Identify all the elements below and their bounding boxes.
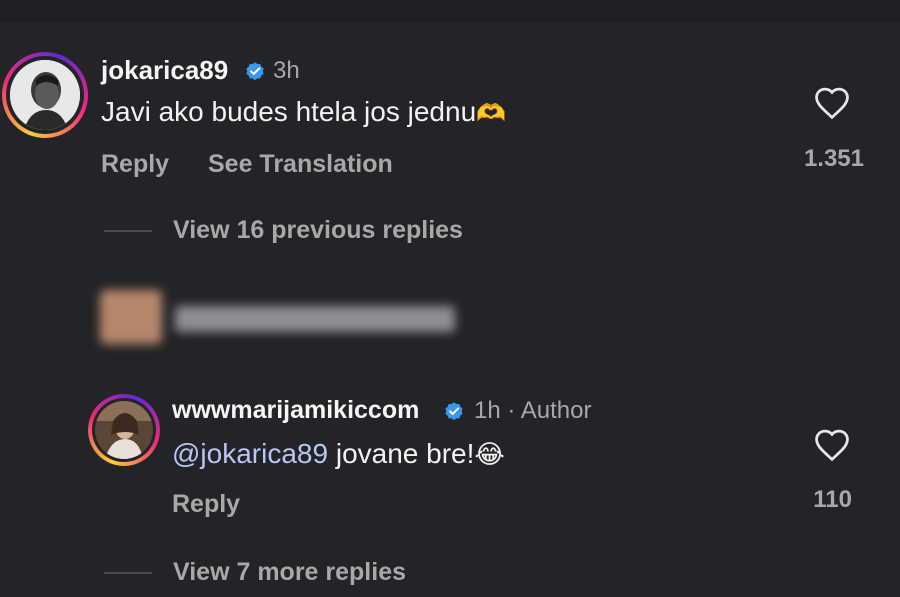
heart-icon[interactable] bbox=[813, 86, 851, 120]
verified-badge-icon bbox=[246, 62, 264, 81]
heart-icon[interactable] bbox=[813, 428, 851, 462]
comment-body: Javi ako budes htela jos jednu bbox=[101, 96, 477, 127]
heart-hands-emoji: 🫶 bbox=[476, 100, 507, 127]
comments-panel: jokarica89 3h Javi ako budes htela jos j… bbox=[0, 0, 900, 597]
replies-divider bbox=[104, 572, 152, 574]
comment-meta: 1h · Author bbox=[474, 397, 591, 425]
reply-button[interactable]: Reply bbox=[172, 490, 240, 519]
comment-text: Javi ako budes htela jos jednu🫶 bbox=[101, 96, 506, 128]
top-divider bbox=[0, 0, 900, 22]
replies-divider bbox=[104, 230, 152, 232]
comment-username[interactable]: wwwmarijamikiccom bbox=[172, 396, 419, 425]
mention-link[interactable]: @jokarica89 bbox=[172, 438, 328, 469]
laughing-emoji: 😂 bbox=[474, 439, 505, 469]
like-count: 110 bbox=[813, 486, 852, 513]
redacted-username bbox=[175, 306, 455, 332]
meta-separator: · bbox=[507, 397, 516, 424]
view-more-replies-button[interactable]: View 7 more replies bbox=[173, 558, 406, 587]
avatar-photo-jokarica89 bbox=[10, 60, 80, 130]
view-previous-replies-button[interactable]: View 16 previous replies bbox=[173, 216, 463, 245]
avatar[interactable] bbox=[88, 394, 160, 466]
comment-body: jovane bre! bbox=[328, 438, 475, 469]
comment-time: 3h bbox=[273, 57, 300, 84]
like-count: 1.351 bbox=[803, 145, 864, 172]
avatar[interactable] bbox=[2, 52, 88, 138]
author-label: Author bbox=[520, 397, 592, 424]
comment-username[interactable]: jokarica89 bbox=[101, 55, 228, 86]
redacted-avatar bbox=[100, 290, 162, 344]
verified-badge-icon bbox=[445, 402, 463, 421]
comment-time: 1h bbox=[474, 397, 501, 424]
avatar-photo-wwwmarijamikiccom bbox=[95, 401, 153, 459]
reply-button[interactable]: Reply bbox=[101, 150, 169, 179]
comment-text: @jokarica89 jovane bre!😂 bbox=[172, 438, 505, 470]
see-translation-button[interactable]: See Translation bbox=[208, 150, 393, 179]
